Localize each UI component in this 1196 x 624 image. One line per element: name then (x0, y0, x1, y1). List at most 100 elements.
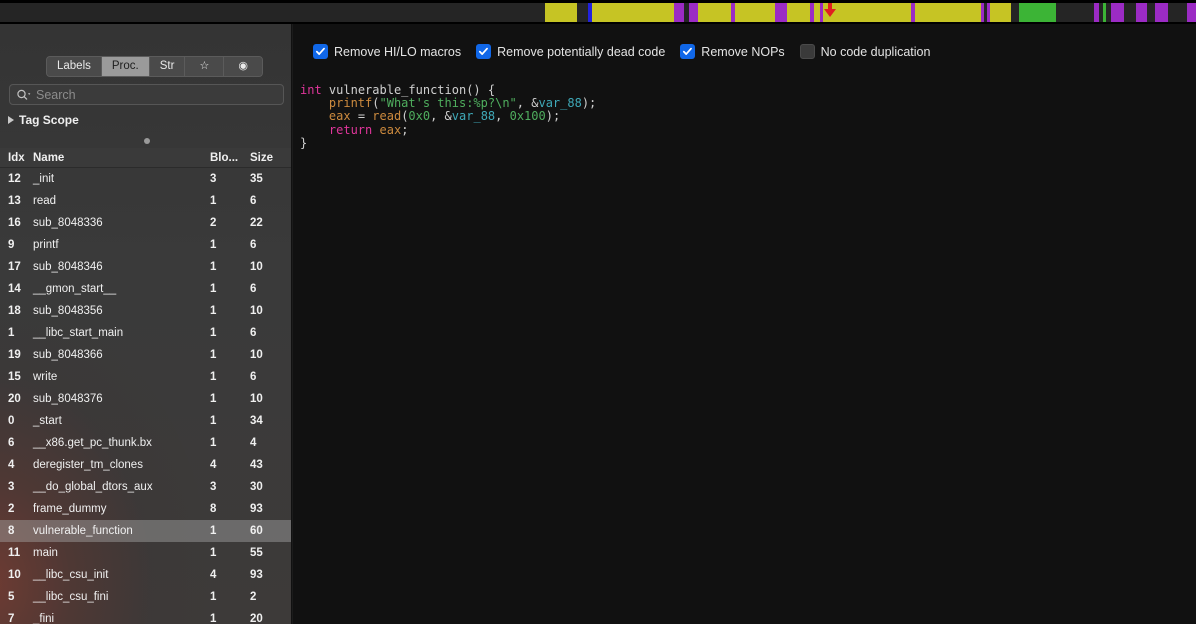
option-remove-nops[interactable]: Remove NOPs (680, 44, 785, 59)
table-row[interactable]: 9 printf 1 6 (0, 234, 292, 256)
sidebar-tab-options[interactable]: ◉ (224, 57, 262, 76)
triangle-right-icon[interactable] (8, 116, 14, 124)
sidebar-tab-proc[interactable]: Proc. (101, 57, 150, 76)
row-name: sub_8048356 (33, 305, 103, 317)
decompiled-code-view[interactable]: int vulnerable_function() { printf("What… (300, 83, 597, 150)
tag-scope-toggle[interactable]: Tag Scope (8, 112, 79, 128)
table-row[interactable]: 10 __libc_csu_init 4 93 (0, 564, 292, 586)
decompiler-panel: Remove HI/LO macros Remove potentially de… (293, 24, 1196, 624)
search-field[interactable] (9, 84, 284, 105)
column-header-blocks[interactable]: Blo... (210, 152, 250, 164)
row-idx: 15 (8, 371, 21, 383)
checkbox-checked-icon[interactable] (313, 44, 328, 59)
code-token: printf (328, 96, 373, 111)
table-row[interactable]: 11 main 1 55 (0, 542, 292, 564)
row-idx: 10 (8, 569, 21, 581)
table-row[interactable]: 0 _start 1 34 (0, 410, 292, 432)
table-row[interactable]: 13 read 1 6 (0, 190, 292, 212)
overview-segment[interactable] (787, 3, 810, 22)
row-size: 6 (250, 327, 257, 339)
row-size: 6 (250, 195, 257, 207)
overview-segment[interactable] (674, 3, 684, 22)
row-idx: 8 (8, 525, 15, 537)
table-row[interactable]: 1 __libc_start_main 1 6 (0, 322, 292, 344)
sidebar-tab-str[interactable]: Str (149, 57, 186, 76)
search-input[interactable] (36, 87, 277, 102)
table-row[interactable]: 18 sub_8048356 1 10 (0, 300, 292, 322)
overview-segment[interactable] (592, 3, 674, 22)
overview-segment[interactable] (1136, 3, 1147, 22)
table-row[interactable]: 2 frame_dummy 8 93 (0, 498, 292, 520)
row-idx: 20 (8, 393, 21, 405)
overview-segment[interactable] (545, 3, 577, 22)
overview-segment[interactable] (689, 3, 698, 22)
overview-segment[interactable] (1147, 3, 1155, 22)
row-name: _init (33, 173, 55, 185)
table-row[interactable]: 17 sub_8048346 1 10 (0, 256, 292, 278)
overview-segment[interactable] (775, 3, 787, 22)
row-blocks: 1 (210, 327, 217, 339)
table-row[interactable]: 5 __libc_csu_fini 1 2 (0, 586, 292, 608)
table-row[interactable]: 14 __gmon_start__ 1 6 (0, 278, 292, 300)
overview-segment[interactable] (1019, 3, 1056, 22)
panel-resize-handle[interactable] (144, 138, 150, 144)
checkbox-checked-icon[interactable] (680, 44, 696, 59)
overview-segment[interactable] (990, 3, 1011, 22)
star-icon: ☆ (199, 60, 210, 72)
overview-segment[interactable] (1011, 3, 1019, 22)
overview-segment[interactable] (915, 3, 981, 22)
overview-segment[interactable] (577, 3, 588, 22)
row-idx: 4 (8, 459, 15, 471)
row-idx: 17 (8, 261, 21, 273)
code-line[interactable]: } (300, 136, 596, 150)
overview-segment[interactable] (0, 3, 545, 22)
sidebar-tab-labels[interactable]: Labels (47, 57, 102, 76)
sidebar-tab-label: Labels (57, 60, 91, 72)
column-header-name[interactable]: Name (33, 152, 210, 164)
overview-segment[interactable] (698, 3, 731, 22)
table-row[interactable]: 20 sub_8048376 1 10 (0, 388, 292, 410)
row-size: 30 (250, 481, 263, 493)
overview-segment[interactable] (735, 3, 775, 22)
table-row[interactable]: 16 sub_8048336 2 22 (0, 212, 292, 234)
sidebar-tab-label: Str (159, 60, 175, 72)
row-idx: 6 (8, 437, 15, 449)
table-row[interactable]: 15 write 1 6 (0, 366, 292, 388)
search-magnifier-icon[interactable] (16, 88, 32, 102)
overview-segment[interactable] (1056, 3, 1094, 22)
sidebar-tab-favorites[interactable]: ☆ (185, 57, 225, 76)
overview-segment[interactable] (1168, 3, 1187, 22)
sidebar-tab-group[interactable]: Labels Proc. Str ☆ ◉ (46, 56, 263, 77)
binary-overview-bar[interactable] (0, 0, 1196, 24)
row-idx: 0 (8, 415, 15, 427)
overview-segments[interactable] (0, 3, 1196, 22)
code-token: ); (581, 96, 597, 111)
column-header-size[interactable]: Size (250, 152, 292, 164)
row-name: __libc_csu_init (33, 569, 109, 581)
overview-segment[interactable] (1187, 3, 1196, 22)
code-line[interactable]: return eax; (300, 123, 596, 137)
option-label: Remove potentially dead code (497, 44, 666, 59)
row-name: sub_8048346 (33, 261, 103, 273)
option-remove-potentially-dead-code[interactable]: Remove potentially dead code (476, 44, 665, 59)
overview-segment[interactable] (823, 3, 911, 22)
overview-segment[interactable] (1111, 3, 1124, 22)
checkbox-unchecked-icon[interactable] (799, 44, 815, 59)
table-row[interactable]: 19 sub_8048366 1 10 (0, 344, 292, 366)
column-header-idx[interactable]: Idx (0, 152, 33, 164)
option-remove-hi-lo-macros[interactable]: Remove HI/LO macros (313, 44, 461, 59)
table-row[interactable]: 12 _init 3 35 (0, 168, 292, 190)
table-row[interactable]: 6 __x86.get_pc_thunk.bx 1 4 (0, 432, 292, 454)
overview-segment[interactable] (1155, 3, 1168, 22)
row-size: 22 (250, 217, 263, 229)
table-row[interactable]: 7 _fini 1 20 (0, 608, 292, 624)
row-name: __do_global_dtors_aux (33, 481, 153, 493)
table-row[interactable]: 4 deregister_tm_clones 4 43 (0, 454, 292, 476)
table-row[interactable]: 3 __do_global_dtors_aux 3 30 (0, 476, 292, 498)
option-no-code-duplication[interactable]: No code duplication (799, 44, 930, 59)
table-row[interactable]: 8 vulnerable_function 1 60 (0, 520, 292, 542)
overview-segment[interactable] (1124, 3, 1136, 22)
checkbox-checked-icon[interactable] (476, 44, 492, 59)
code-token: 0x0 (408, 109, 431, 124)
row-blocks: 1 (210, 239, 217, 251)
